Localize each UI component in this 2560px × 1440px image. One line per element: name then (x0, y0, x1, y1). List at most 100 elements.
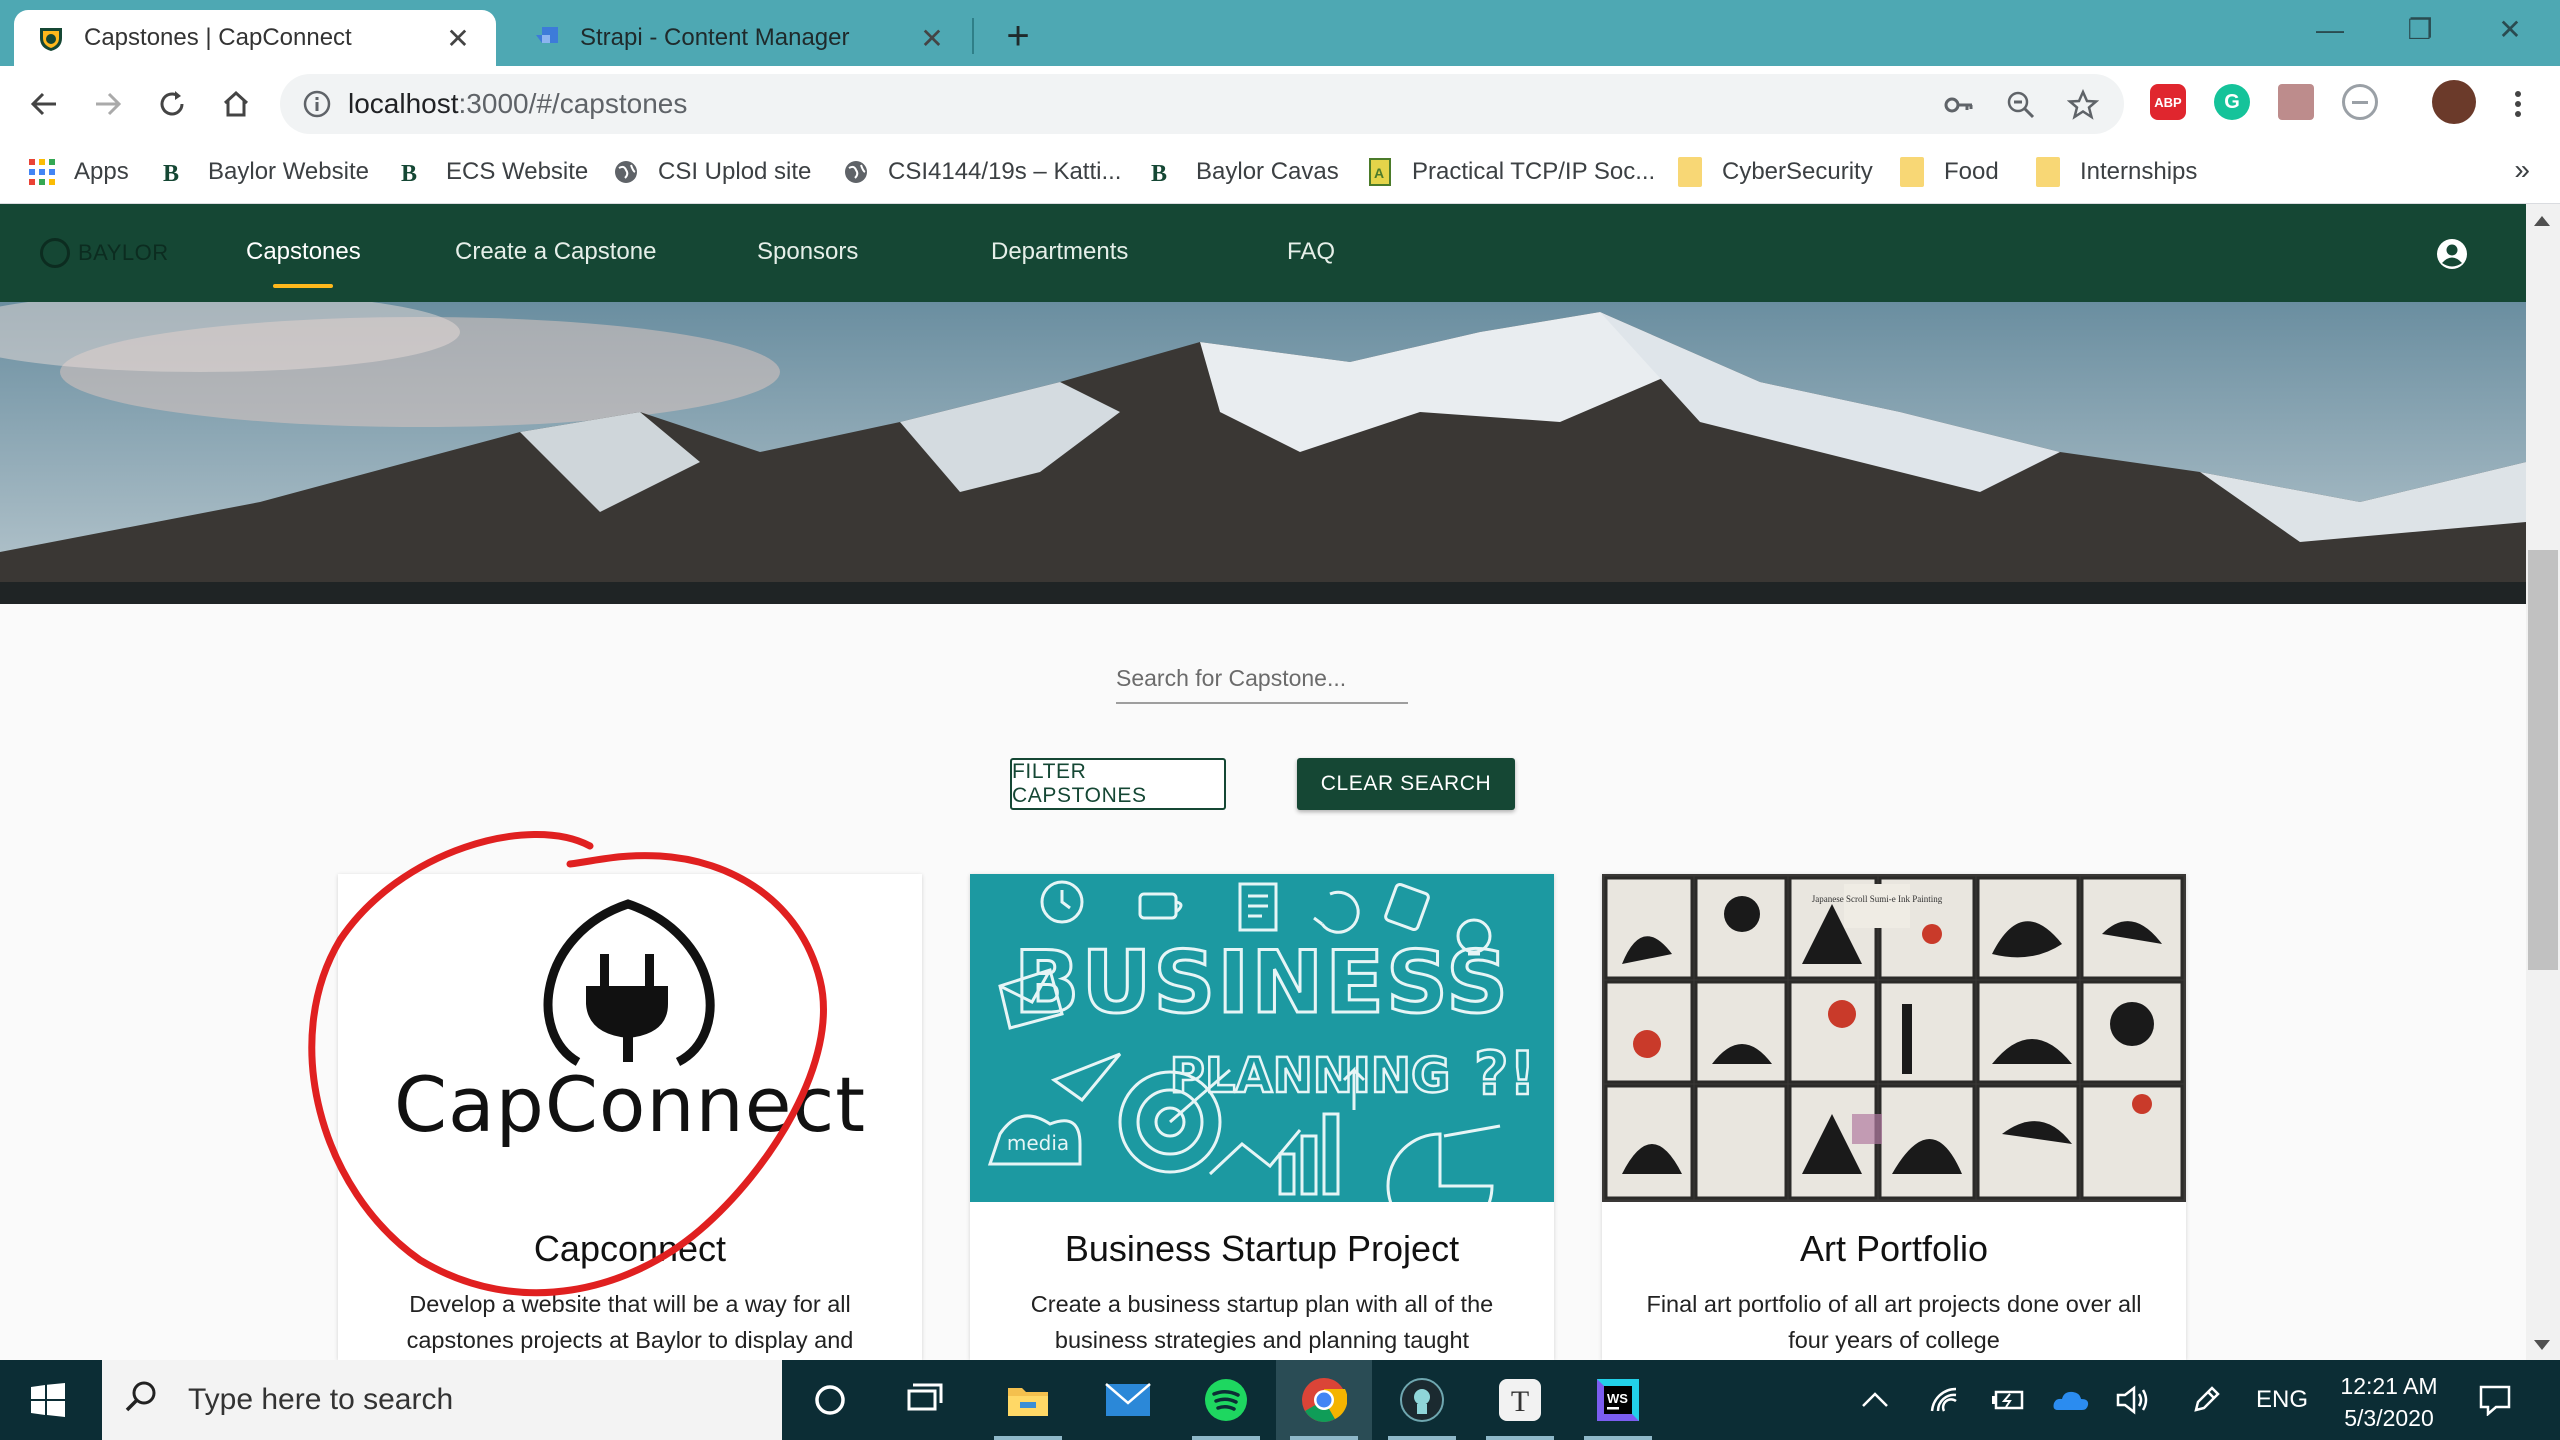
tab-title: Strapi - Content Manager (580, 24, 850, 51)
capstone-card-business[interactable]: BUSINESS PLANNING ?! media Business Star… (970, 874, 1554, 1360)
pen-icon[interactable] (2186, 1360, 2226, 1440)
file-explorer-icon[interactable] (980, 1360, 1076, 1440)
volume-icon[interactable] (2116, 1360, 2152, 1440)
url-text[interactable]: localhost:3000/#/capstones (348, 88, 687, 120)
bookmark-baylor-cavas[interactable]: B Baylor Cavas (1150, 152, 1339, 192)
taskbar-search-placeholder: Type here to search (188, 1383, 454, 1416)
bookmark-csi4144[interactable]: CSI4144/19s – Katti... (842, 152, 1121, 192)
bookmark-csi-uplod[interactable]: CSI Uplod site (612, 152, 811, 192)
nav-capstones[interactable]: Capstones (246, 238, 361, 266)
browser-tab-strip: Capstones | CapConnect ✕ Strapi - Conten… (0, 0, 2560, 66)
clock-date: 5/3/2020 (2344, 1405, 2434, 1431)
baylor-seal-icon (40, 238, 70, 268)
bookmark-ecs-website[interactable]: B ECS Website (400, 152, 588, 192)
bookmark-practical-tcpip[interactable]: A Practical TCP/IP Soc... (1366, 152, 1655, 192)
bookmark-label: Practical TCP/IP Soc... (1412, 158, 1656, 185)
nav-create-capstone[interactable]: Create a Capstone (455, 238, 656, 266)
battery-icon[interactable] (1990, 1360, 2026, 1440)
capstone-card-capconnect[interactable]: CapConnect Capconnect Develop a website … (338, 874, 922, 1360)
nav-sponsors[interactable]: Sponsors (757, 238, 858, 266)
tab-strapi[interactable]: Strapi - Content Manager ✕ (510, 10, 970, 66)
search-input[interactable] (1116, 660, 1408, 704)
filter-capstones-button[interactable]: FILTER CAPSTONES (1010, 758, 1226, 810)
app-icon-dark-circle[interactable] (1374, 1360, 1470, 1440)
site-navbar: BAYLOR Capstones Create a Capstone Spons… (0, 204, 2526, 302)
wifi-icon[interactable] (1928, 1360, 1960, 1440)
webstorm-icon[interactable]: WS (1570, 1360, 1666, 1440)
star-icon[interactable] (2066, 88, 2100, 122)
account-icon[interactable] (2436, 238, 2468, 270)
globe-icon (612, 158, 640, 186)
restore-button[interactable]: ❐ (2380, 8, 2460, 52)
media-image-text: media (1007, 1131, 1069, 1155)
bookmark-baylor-website[interactable]: B Baylor Website (162, 152, 369, 192)
nav-faq[interactable]: FAQ (1287, 238, 1335, 266)
key-icon[interactable] (1942, 88, 1976, 122)
reload-icon[interactable] (148, 80, 196, 128)
scrollbar-thumb[interactable] (2528, 550, 2558, 970)
svg-text:B: B (163, 161, 179, 185)
mail-icon[interactable] (1080, 1360, 1176, 1440)
card-title: Art Portfolio (1799, 1228, 1989, 1269)
back-icon[interactable] (20, 80, 68, 128)
card-description: Develop a website that will be a way for… (406, 1291, 854, 1353)
strapi-icon (532, 23, 562, 53)
clock-time: 12:21 AM (2340, 1373, 2438, 1399)
bookmark-internships[interactable]: Internships (2034, 152, 2197, 192)
pdf-extension-icon[interactable] (2278, 84, 2314, 120)
art-image-caption: Japanese Scroll Sumi-e Ink Painting (1812, 894, 1943, 904)
taskbar-clock[interactable]: 12:21 AM 5/3/2020 (2324, 1370, 2454, 1434)
language-indicator[interactable]: ENG (2256, 1360, 2308, 1440)
task-view-icon[interactable] (878, 1360, 974, 1440)
zoom-icon[interactable] (2004, 88, 2038, 122)
home-icon[interactable] (212, 80, 260, 128)
onedrive-icon[interactable] (2052, 1360, 2090, 1440)
nav-departments[interactable]: Departments (991, 238, 1128, 266)
art-portfolio-image: Japanese Scroll Sumi-e Ink Painting (1602, 874, 2186, 1202)
notifications-icon[interactable] (2478, 1360, 2512, 1440)
scroll-up-icon[interactable] (2534, 216, 2550, 226)
windows-start-icon[interactable] (0, 1360, 96, 1440)
tab-close-icon[interactable]: ✕ (916, 22, 948, 55)
cortana-icon[interactable] (782, 1360, 878, 1440)
typora-icon[interactable]: T (1472, 1360, 1568, 1440)
scroll-down-icon[interactable] (2534, 1340, 2550, 1350)
chrome-icon[interactable] (1276, 1360, 1372, 1440)
avatar[interactable] (2432, 80, 2476, 124)
baylor-logo[interactable]: BAYLOR (40, 238, 169, 268)
new-tab-button[interactable]: + (996, 14, 1040, 58)
tray-chevron-up-icon[interactable] (1860, 1360, 1890, 1440)
baylor-icon: B (1150, 158, 1178, 186)
svg-text:A: A (1374, 165, 1384, 181)
clear-search-button[interactable]: CLEAR SEARCH (1297, 758, 1515, 810)
bookmark-cybersecurity[interactable]: CyberSecurity (1676, 152, 1873, 192)
bookmark-label: Baylor Cavas (1196, 158, 1339, 185)
windows-taskbar: Type here to search T WS ENG 12:21 AM 5/… (0, 1360, 2560, 1440)
info-icon[interactable] (302, 89, 332, 124)
tab-close-icon[interactable]: ✕ (442, 22, 474, 55)
tab-separator (972, 18, 974, 54)
bookmarks-overflow-icon[interactable]: » (2514, 154, 2530, 186)
address-bar[interactable]: localhost:3000/#/capstones (280, 74, 2124, 134)
menu-kebab-icon[interactable] (2494, 80, 2542, 128)
grammarly-icon[interactable]: G (2214, 84, 2250, 120)
taskbar-search-box[interactable]: Type here to search (102, 1360, 782, 1440)
planning-image-text: PLANNING (1170, 1048, 1451, 1104)
folder-icon (2034, 157, 2062, 187)
bookmark-label: Internships (2080, 158, 2198, 185)
forward-icon[interactable] (84, 80, 132, 128)
card-image: Japanese Scroll Sumi-e Ink Painting (1602, 874, 2186, 1202)
tab-capstones[interactable]: Capstones | CapConnect ✕ (14, 10, 496, 66)
business-planning-image: BUSINESS PLANNING ?! media (970, 874, 1554, 1202)
close-window-button[interactable]: ✕ (2470, 8, 2550, 52)
spotify-icon[interactable] (1178, 1360, 1274, 1440)
card-image: BUSINESS PLANNING ?! media (970, 874, 1554, 1202)
page-scrollbar[interactable] (2526, 204, 2560, 1360)
bookmark-food[interactable]: Food (1898, 152, 1999, 192)
blocked-extension-icon[interactable] (2342, 84, 2378, 120)
minimize-button[interactable]: — (2290, 8, 2370, 52)
bookmark-apps[interactable]: Apps (28, 152, 129, 192)
capstone-card-art[interactable]: Japanese Scroll Sumi-e Ink Painting Art … (1602, 874, 2186, 1360)
adblock-icon[interactable]: ABP (2150, 84, 2186, 120)
baylor-bear-icon (36, 23, 66, 53)
